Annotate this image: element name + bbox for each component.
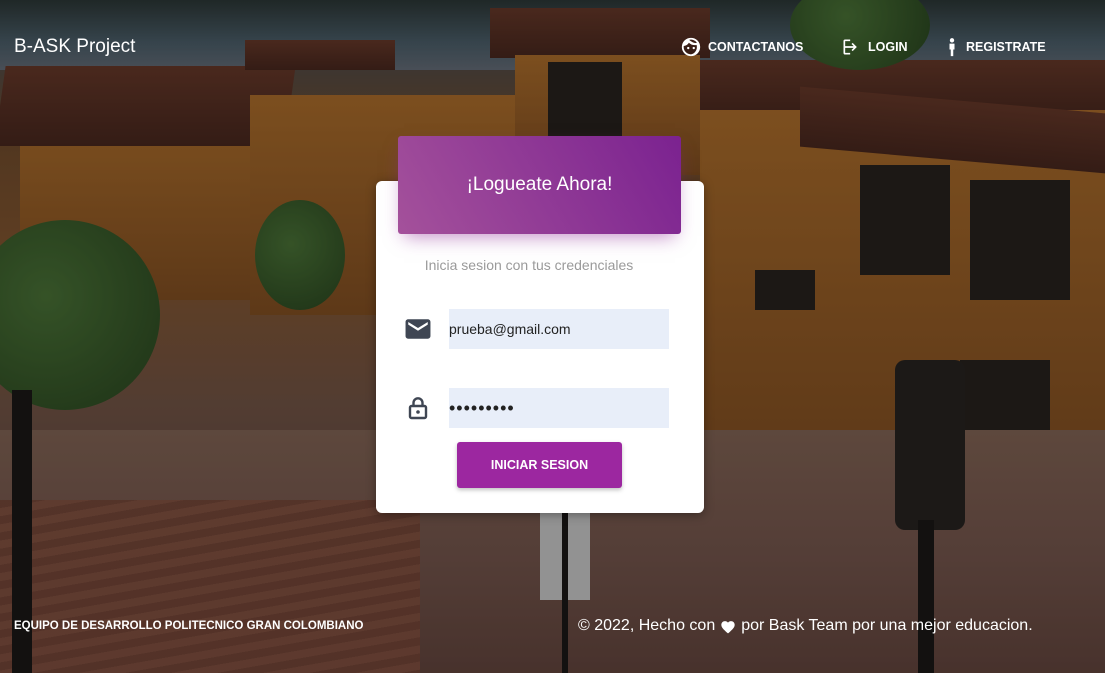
- footer-copyright-suffix: por Bask Team por una mejor educacion.: [741, 617, 1033, 634]
- face-icon: [681, 37, 701, 57]
- footer-copyright-prefix: © 2022, Hecho con: [578, 617, 716, 634]
- nav-registrate[interactable]: REGISTRATE: [944, 36, 1064, 58]
- brand-title[interactable]: B-ASK Project: [14, 36, 135, 58]
- mail-icon: [405, 316, 431, 342]
- person-icon: [949, 38, 955, 57]
- login-submit-button[interactable]: INICIAR SESION: [457, 442, 622, 488]
- footer-copyright: © 2022, Hecho con por Bask Team por una …: [578, 617, 1033, 635]
- nav-login-label: LOGIN: [868, 40, 908, 54]
- password-input[interactable]: [449, 388, 669, 428]
- nav-login[interactable]: LOGIN: [840, 36, 944, 58]
- nav-contactanos[interactable]: CONTACTANOS: [680, 36, 840, 58]
- nav-contactanos-label: CONTACTANOS: [708, 40, 804, 54]
- login-icon: [843, 39, 857, 55]
- login-card-header: ¡Logueate Ahora!: [398, 136, 681, 234]
- email-field-group: [405, 309, 669, 349]
- heart-icon: [721, 620, 735, 633]
- password-field-group: [405, 388, 669, 428]
- footer-team-label: EQUIPO DE DESARROLLO POLITECNICO GRAN CO…: [14, 620, 364, 632]
- login-subtitle: Inicia sesion con tus credenciales: [424, 257, 634, 273]
- top-navbar: B-ASK Project CONTACTANOS LOGIN REGISTRA…: [0, 0, 1105, 92]
- nav-links: CONTACTANOS LOGIN REGISTRATE: [680, 36, 1064, 58]
- login-title: ¡Logueate Ahora!: [466, 174, 613, 195]
- nav-registrate-label: REGISTRATE: [966, 40, 1046, 54]
- lock-icon: [405, 395, 431, 421]
- email-input[interactable]: [449, 309, 669, 349]
